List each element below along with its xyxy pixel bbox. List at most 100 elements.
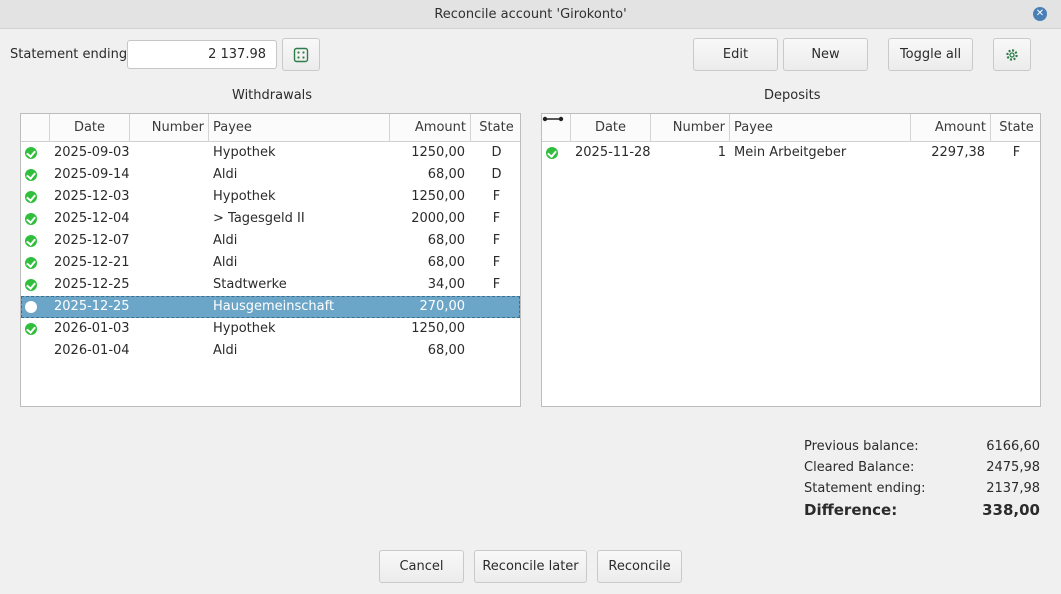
cell-number <box>130 186 209 208</box>
table-row[interactable]: 2026-01-04 Aldi 68,00 <box>21 340 520 362</box>
cell-amount: 68,00 <box>427 167 465 182</box>
cell-number <box>130 274 209 296</box>
header-date[interactable]: Date <box>571 114 651 142</box>
cleared-cell[interactable] <box>21 296 50 318</box>
edit-button[interactable]: Edit <box>693 38 778 71</box>
table-row[interactable]: 2025-12-25 Hausgemeinschaft 270,00 <box>21 296 520 318</box>
cleared-check-icon <box>25 323 37 335</box>
header-state[interactable]: State <box>991 114 1040 142</box>
cell-date: 2025-09-03 <box>54 145 130 160</box>
cell-amount: 1250,00 <box>411 145 465 160</box>
cleared-cell[interactable] <box>21 318 50 340</box>
cleared-cell[interactable] <box>21 142 50 164</box>
difference-label: Difference: <box>804 501 898 519</box>
uncleared-circle-icon <box>25 301 37 313</box>
table-row[interactable]: 2025-09-14 Aldi 68,00 D <box>21 164 520 186</box>
header-amount[interactable]: Amount <box>390 114 471 142</box>
cell-number <box>130 230 209 252</box>
table-row[interactable]: 2025-12-21 Aldi 68,00 F <box>21 252 520 274</box>
header-payee[interactable]: Payee <box>209 114 390 142</box>
previous-balance-label: Previous balance: <box>804 439 919 454</box>
cell-number <box>130 296 209 318</box>
cell-amount: 68,00 <box>427 343 465 358</box>
cell-state: D <box>491 167 502 182</box>
cell-amount: 1250,00 <box>411 189 465 204</box>
settings-button[interactable] <box>993 38 1031 71</box>
table-row[interactable]: 2025-12-07 Aldi 68,00 F <box>21 230 520 252</box>
cell-number <box>130 340 209 362</box>
header-number[interactable]: Number <box>130 114 209 142</box>
statement-ending-input[interactable] <box>127 40 277 69</box>
cleared-cell[interactable] <box>21 252 50 274</box>
statement-ending-summary-label: Statement ending: <box>804 481 926 496</box>
cell-state <box>471 340 520 362</box>
cell-number <box>130 164 209 186</box>
cell-date: 2025-09-14 <box>54 167 130 182</box>
cleared-cell[interactable] <box>21 340 50 362</box>
header-payee[interactable]: Payee <box>730 114 911 142</box>
cell-number <box>130 142 209 164</box>
resize-handle-icon <box>542 116 564 122</box>
header-state[interactable]: State <box>471 114 520 142</box>
header-number[interactable]: Number <box>651 114 730 142</box>
table-row[interactable]: 2025-12-04 > Tagesgeld II 2000,00 F <box>21 208 520 230</box>
cell-payee: Aldi <box>213 343 238 358</box>
cleared-cell[interactable] <box>21 186 50 208</box>
cleared-cell[interactable] <box>21 230 50 252</box>
table-row[interactable]: 2025-11-28 1 Mein Arbeitgeber 2297,38 F <box>542 142 1040 164</box>
cleared-cell[interactable] <box>21 164 50 186</box>
cleared-cell[interactable] <box>21 274 50 296</box>
cell-date: 2025-12-04 <box>54 211 130 226</box>
withdrawals-title: Withdrawals <box>232 88 313 103</box>
toggle-all-button[interactable]: Toggle all <box>888 38 973 71</box>
cell-state: F <box>492 211 501 226</box>
cell-amount: 2297,38 <box>931 145 985 160</box>
calculator-button[interactable] <box>282 38 320 71</box>
cell-date: 2026-01-03 <box>54 321 130 336</box>
title-bar: Reconcile account 'Girokonto' ✕ <box>0 0 1061 29</box>
cell-state: F <box>492 277 501 292</box>
cell-payee: Hypothek <box>213 321 276 336</box>
cell-payee: Aldi <box>213 167 238 182</box>
deposits-body: 2025-11-28 1 Mein Arbeitgeber 2297,38 F <box>542 142 1040 164</box>
cell-number <box>130 252 209 274</box>
new-button[interactable]: New <box>783 38 868 71</box>
cell-payee: > Tagesgeld II <box>213 211 305 226</box>
reconcile-later-button[interactable]: Reconcile later <box>474 550 587 583</box>
header-mark[interactable] <box>21 114 50 142</box>
table-row[interactable]: 2025-12-03 Hypothek 1250,00 F <box>21 186 520 208</box>
table-row[interactable]: 2025-12-25 Stadtwerke 34,00 F <box>21 274 520 296</box>
withdrawals-table[interactable]: Date Number Payee Amount State 2025-09-0… <box>20 113 521 407</box>
cleared-cell[interactable] <box>21 208 50 230</box>
cell-number <box>130 208 209 230</box>
cell-number <box>130 318 209 340</box>
cell-amount: 2000,00 <box>411 211 465 226</box>
cell-state: F <box>492 233 501 248</box>
header-date[interactable]: Date <box>50 114 130 142</box>
close-icon[interactable]: ✕ <box>1033 7 1047 21</box>
cell-date: 2025-12-07 <box>54 233 130 248</box>
header-mark[interactable] <box>542 114 571 142</box>
cleared-check-icon <box>546 147 558 159</box>
cleared-balance-label: Cleared Balance: <box>804 460 915 475</box>
reconcile-button[interactable]: Reconcile <box>597 550 682 583</box>
cell-amount: 34,00 <box>427 277 465 292</box>
withdrawals-body: 2025-09-03 Hypothek 1250,00 D 2025-09-14 Aldi… <box>21 142 520 362</box>
cell-payee: Hausgemeinschaft <box>213 299 335 314</box>
cell-amount: 270,00 <box>419 299 466 314</box>
cleared-cell[interactable] <box>542 142 571 164</box>
cancel-button[interactable]: Cancel <box>379 550 464 583</box>
header-amount[interactable]: Amount <box>911 114 991 142</box>
cell-amount: 68,00 <box>427 255 465 270</box>
cell-amount: 1250,00 <box>411 321 465 336</box>
cell-state: F <box>492 255 501 270</box>
deposits-table[interactable]: Date Number Payee Amount State 2025-11-2… <box>541 113 1041 407</box>
cleared-check-icon <box>25 235 37 247</box>
cell-date: 2025-11-28 <box>575 145 651 160</box>
deposits-title: Deposits <box>764 88 821 103</box>
cell-amount: 68,00 <box>427 233 465 248</box>
cell-state: D <box>491 145 502 160</box>
table-row[interactable]: 2026-01-03 Hypothek 1250,00 <box>21 318 520 340</box>
table-row[interactable]: 2025-09-03 Hypothek 1250,00 D <box>21 142 520 164</box>
difference-value: 338,00 <box>982 501 1040 519</box>
